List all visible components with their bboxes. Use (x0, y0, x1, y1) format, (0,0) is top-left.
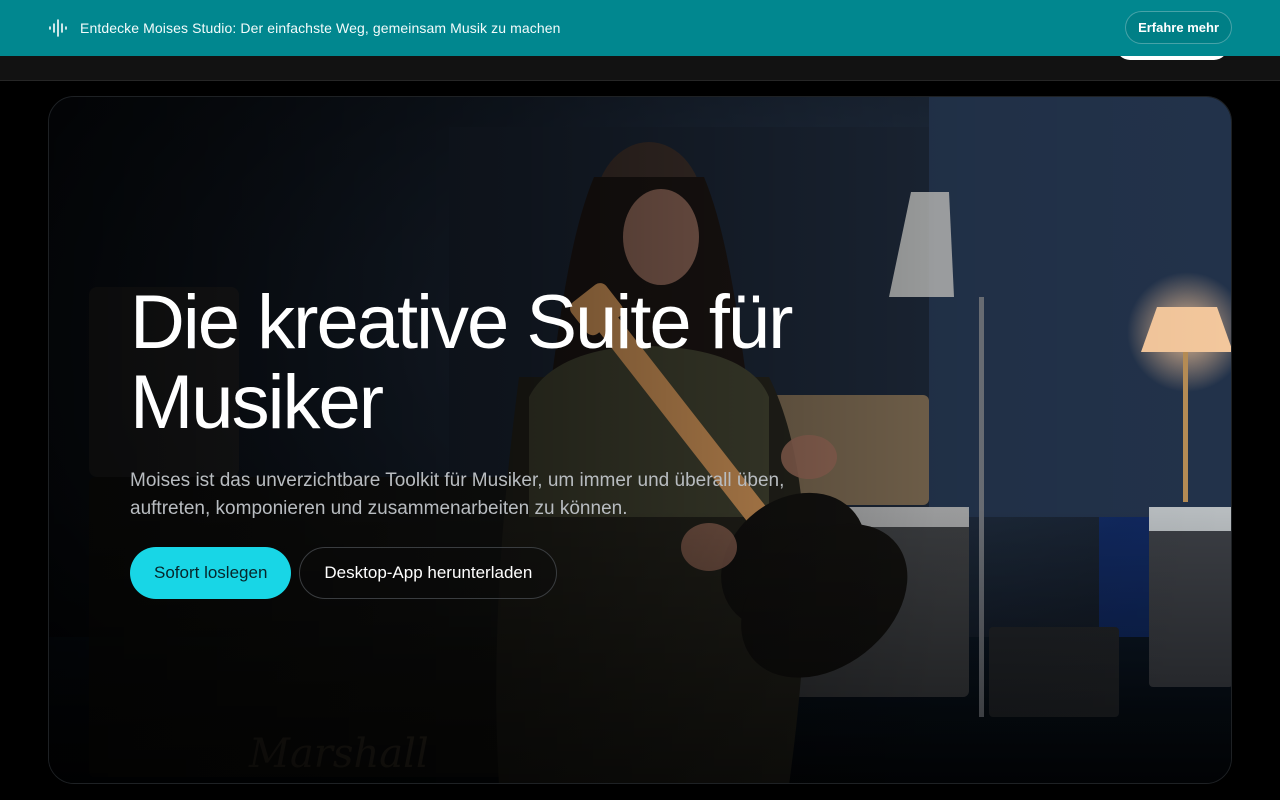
announcement-banner: Entdecke Moises Studio: Der einfachste W… (0, 0, 1280, 56)
hero-subtitle: Moises ist das unverzichtbare Toolkit fü… (130, 467, 850, 523)
hero-actions: Sofort loslegen Desktop-App herunterlade… (130, 547, 870, 599)
hero-title-line-2: Musiker (130, 360, 384, 445)
get-started-button[interactable]: Sofort loslegen (130, 547, 292, 599)
learn-more-button[interactable]: Erfahre mehr (1125, 11, 1232, 44)
banner-message: Entdecke Moises Studio: Der einfachste W… (80, 20, 561, 36)
hero-title-line-1: Die kreative Suite für (130, 280, 793, 365)
hero-content: Die kreative Suite für Musiker Moises is… (130, 283, 870, 599)
hero-subtitle-line-1: Moises ist das unverzichtbare Toolkit fü… (130, 470, 785, 491)
hero-section: Marshall D (48, 96, 1232, 784)
top-navigation (0, 42, 1280, 81)
hero-subtitle-line-2: auftreten, komponieren und zusammenarbei… (130, 498, 628, 519)
download-desktop-app-button[interactable]: Desktop-App herunterladen (299, 547, 558, 599)
waveform-icon (48, 18, 68, 38)
hero-title: Die kreative Suite für Musiker (130, 283, 870, 443)
